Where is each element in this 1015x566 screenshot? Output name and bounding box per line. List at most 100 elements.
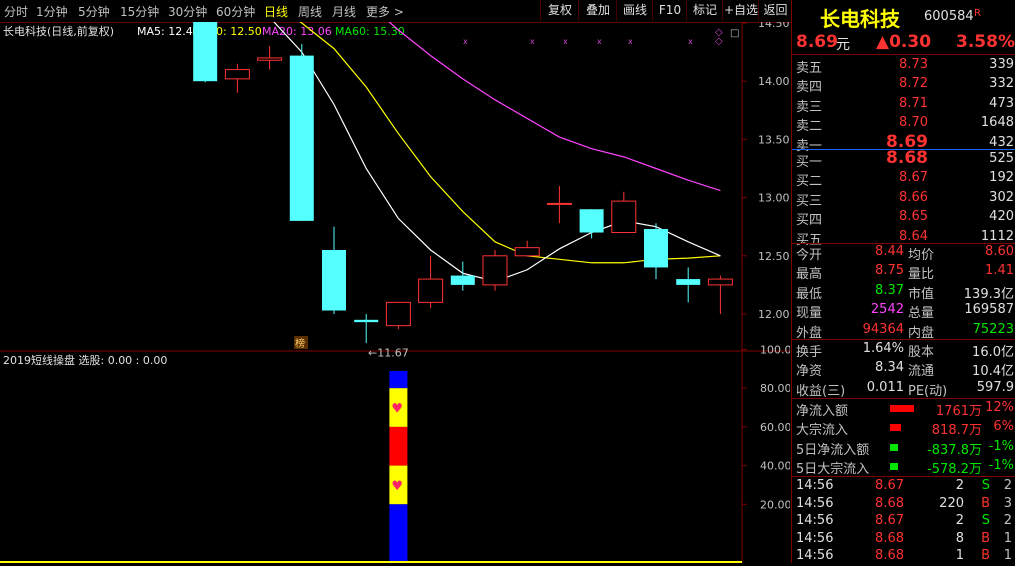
bid-price: 8.67 xyxy=(899,170,928,186)
ask-label: 卖三 xyxy=(796,99,823,115)
tick-time: 14:56 xyxy=(796,548,834,564)
price-unit: 元 xyxy=(836,37,850,53)
tick-count: 1 xyxy=(1003,530,1012,546)
stat-value: 169587 xyxy=(964,302,1014,318)
price-tick-label: 14.00 xyxy=(758,75,790,88)
flow-bar xyxy=(890,443,898,451)
period-tab[interactable]: 1分钟 xyxy=(36,3,68,20)
stock-code: 600584 xyxy=(924,9,974,24)
period-tab[interactable]: 30分钟 xyxy=(168,3,207,20)
stat-value: 8.37 xyxy=(875,282,904,298)
toolbar-button[interactable]: +自选 xyxy=(722,0,759,21)
ask-volume: 432 xyxy=(989,134,1014,150)
period-tab[interactable]: 日线 xyxy=(264,3,288,20)
top-mark-icon: x xyxy=(463,37,468,46)
stat-label: 总量 xyxy=(908,306,935,322)
tick-count: 1 xyxy=(1003,548,1012,564)
tick-row: 14:56 8.67 2 S 2 xyxy=(792,477,1015,496)
kline-chart[interactable]: 长电科技(日线,前复权) MA5: 12.49MA10: 12.50 MA20: 1… xyxy=(0,22,790,563)
stat-value: 139.3亿 xyxy=(963,286,1014,302)
quote-panel: 长电科技 600584 R 8.69 元 ▲0.30 3.58% 卖五 8.73 3… xyxy=(791,0,1015,563)
stock-header: 长电科技 600584 R xyxy=(792,3,1015,31)
candle-body xyxy=(289,55,314,221)
stat-value: 8.44 xyxy=(875,244,904,259)
candle-body xyxy=(707,278,733,286)
candle-body xyxy=(418,278,444,303)
ask-volume: 473 xyxy=(989,95,1014,111)
period-tab[interactable]: 15分钟 xyxy=(120,3,159,20)
toolbar-button[interactable]: 标记 xyxy=(686,0,723,21)
bid-price: 8.66 xyxy=(899,189,928,205)
bid-price: 8.65 xyxy=(899,209,928,225)
fund-row: 换手 1.64% 股本 16.0亿 xyxy=(792,340,1015,360)
tick-time: 14:56 xyxy=(796,530,834,546)
ask-price: 8.70 xyxy=(899,115,928,131)
bid-label: 买四 xyxy=(796,213,823,229)
fund-label: PE(动) xyxy=(908,383,948,399)
candle-body xyxy=(644,229,668,268)
bid-row: 买一 8.68 525 xyxy=(792,148,1015,170)
margin-flag: R xyxy=(974,8,981,19)
indicator-title: 2019短线操盘 选股: 0.00 : 0.00 xyxy=(3,353,167,367)
bid-price: 8.68 xyxy=(886,148,928,168)
period-tab[interactable]: 5分钟 xyxy=(78,3,110,20)
toolbar-button[interactable]: 返回 xyxy=(758,0,792,21)
flow-label: 5日大宗流入 xyxy=(796,462,870,478)
ma-label: MA20: 13.06 xyxy=(262,25,332,38)
tick-volume: 220 xyxy=(939,495,964,511)
flow-bar xyxy=(890,463,898,471)
stat-row: 今开 8.44 均价 8.60 xyxy=(792,243,1015,263)
heart-icon: ♥ xyxy=(391,479,403,494)
flow-value: -837.8万 xyxy=(927,442,982,458)
tick-price: 8.68 xyxy=(875,495,904,511)
bang-label: 榜 xyxy=(295,337,305,350)
tick-count: 2 xyxy=(1003,513,1012,529)
ask-volume: 339 xyxy=(989,57,1014,72)
price-tick-label: 13.50 xyxy=(758,133,790,146)
fund-value: 1.64% xyxy=(862,341,904,356)
candle-body xyxy=(385,301,411,327)
fund-value: 597.9 xyxy=(976,379,1014,395)
top-mark-icon: x xyxy=(597,37,602,46)
flow-value: -578.2万 xyxy=(927,462,982,478)
stat-label: 今开 xyxy=(796,248,823,263)
flow-label: 净流入额 xyxy=(796,404,849,419)
stat-row: 外盘 94364 内盘 75223 xyxy=(792,321,1015,341)
stat-value: 2542 xyxy=(870,302,904,318)
stat-label: 均价 xyxy=(908,248,935,263)
ask-label: 卖二 xyxy=(796,119,823,135)
flow-bar xyxy=(890,424,901,432)
toolbar-button[interactable]: 复权 xyxy=(540,0,579,21)
fund-value: 8.34 xyxy=(875,360,904,376)
tick-price: 8.68 xyxy=(875,548,904,564)
candle-body xyxy=(579,209,604,233)
flow-pct: 12% xyxy=(985,400,1014,415)
bid-label: 买一 xyxy=(796,155,823,170)
tick-volume: 2 xyxy=(955,513,964,529)
period-tab[interactable]: 周线 xyxy=(298,3,322,20)
tick-side: S xyxy=(981,513,990,529)
bid-label: 买三 xyxy=(796,193,823,209)
period-tab[interactable]: 60分钟 xyxy=(216,3,255,20)
flow-pct: 6% xyxy=(993,419,1014,435)
period-tab[interactable]: 分时 xyxy=(4,3,28,20)
toolbar-button[interactable]: F10 xyxy=(652,0,687,21)
tick-time: 14:56 xyxy=(796,478,834,493)
candle-body xyxy=(322,249,346,311)
tick-side: B xyxy=(981,495,990,511)
fund-label: 换手 xyxy=(796,345,823,360)
heart-icon: ♥ xyxy=(391,402,403,417)
flow-label: 5日净流入额 xyxy=(796,442,870,458)
flow-value: 1761万 xyxy=(935,404,982,419)
period-tab[interactable]: 更多 > xyxy=(366,3,404,20)
ask-row: 卖二 8.70 1648 xyxy=(792,114,1015,135)
ask-volume: 1648 xyxy=(980,115,1014,131)
toolbar-button[interactable]: 画线 xyxy=(616,0,653,21)
tick-count: 3 xyxy=(1003,495,1012,511)
price-tick-label: 13.00 xyxy=(758,192,790,205)
period-tab[interactable]: 月线 xyxy=(332,3,356,20)
toolbar-button[interactable]: 叠加 xyxy=(578,0,617,21)
price-change: ▲0.30 xyxy=(876,32,932,52)
price-row: 8.69 元 ▲0.30 3.58% xyxy=(792,32,1015,54)
ask-row: 卖五 8.73 339 xyxy=(792,56,1015,76)
